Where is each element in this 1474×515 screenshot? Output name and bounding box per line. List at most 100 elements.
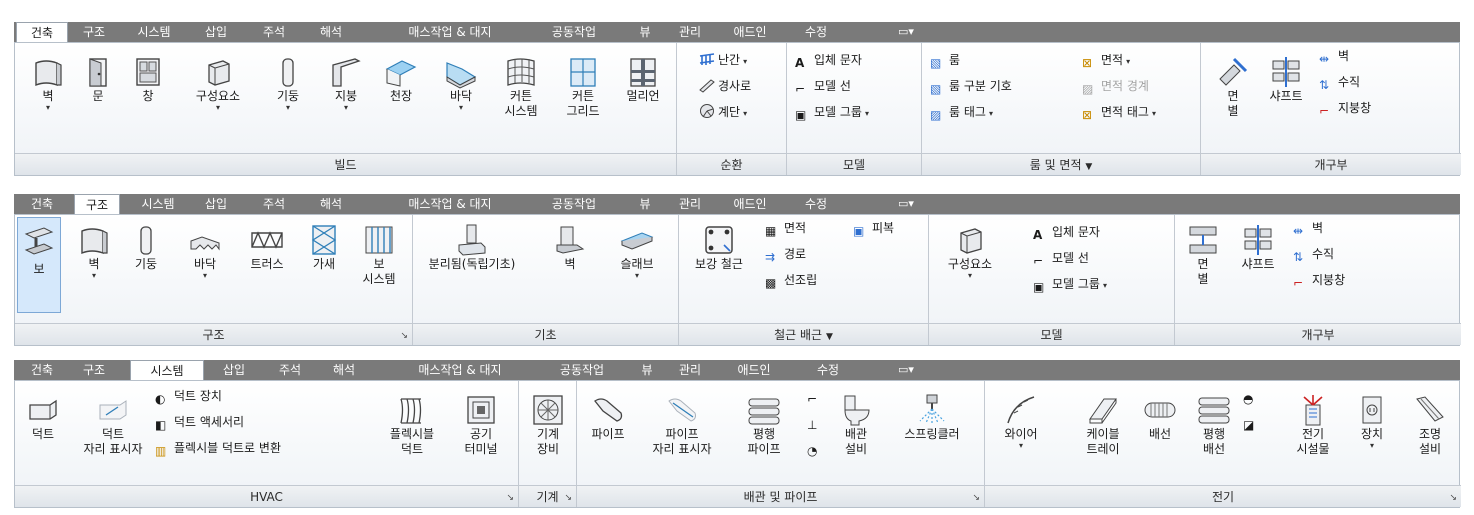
duct-fitting-button[interactable]: ◐ 덕트 장치 [155,387,222,406]
rebar-button[interactable]: 보강 철근 [683,223,755,272]
area-button[interactable]: ⊠ 면적 ▾ [1082,51,1130,70]
tab-structure[interactable]: 구조 [74,194,120,215]
roof-button[interactable]: 지붕 ▾ [321,55,371,112]
conduit-fitting-button[interactable]: ◓ [1243,387,1262,406]
beam-button[interactable]: 보 [17,217,61,313]
tab-massing[interactable]: 매스작업 & 대지 [380,360,540,380]
tab-collaborate[interactable]: 공동작업 [534,194,614,214]
tab-manage[interactable]: 관리 [670,22,710,42]
cover-button[interactable]: ▣ 피복 [853,219,894,238]
tab-massing[interactable]: 매스작업 & 대지 [370,194,530,214]
duct-accessory-button[interactable]: ◧ 덕트 액세서리 [155,413,244,432]
slab-foundation-button[interactable]: 슬래브 ▾ [605,223,669,280]
lighting-fixture-button[interactable]: 조명 설비 [1403,393,1457,457]
column-button[interactable]: 기둥 ▾ [263,55,313,112]
tab-modify[interactable]: 수정 [792,194,840,214]
tab-architecture[interactable]: 건축 [16,360,68,380]
curtain-system-button[interactable]: 커튼 시스템 [489,55,553,119]
cable-tray-fitting-button[interactable]: ◪ [1243,413,1262,432]
mechanical-equipment-button[interactable]: 기계 장비 [523,393,573,457]
model-line-button[interactable]: ⌐ 모델 선 [1033,249,1089,268]
model-group-button[interactable]: ▣ 모델 그룹 ▾ [795,103,869,122]
camera-icon[interactable]: ▭▾ [886,360,926,380]
dialog-launcher-icon[interactable]: ↘ [1449,493,1457,503]
tab-modify[interactable]: 수정 [792,22,840,42]
flex-duct-button[interactable]: 플렉시블 덕트 [377,393,447,457]
tab-insert[interactable]: 삽입 [192,194,240,214]
dialog-launcher-icon[interactable]: ↘ [972,493,980,503]
sprinkler-button[interactable]: 스프링클러 [887,393,977,442]
tab-manage[interactable]: 관리 [670,194,710,214]
isolated-foundation-button[interactable]: 분리됨(독립기초) [417,223,527,272]
pipe-accessory-button[interactable]: ⊥ [807,413,826,432]
structural-floor-button[interactable]: 바닥 ▾ [177,223,233,280]
panel-title[interactable]: 룸 및 면적 ▼ [922,153,1200,175]
by-face-button[interactable]: 면별 [1211,55,1255,119]
curtain-grid-button[interactable]: 커튼 그리드 [553,55,613,119]
dialog-launcher-icon[interactable]: ↘ [564,493,572,503]
tab-massing[interactable]: 매스작업 & 대지 [370,22,530,42]
tab-manage[interactable]: 관리 [670,360,710,380]
window-button[interactable]: 창 [123,55,173,104]
railing-button[interactable]: 난간 ▾ [699,51,747,69]
camera-icon[interactable]: ▭▾ [886,22,926,42]
room-tag-button[interactable]: ▨ 룸 태그 ▾ [930,103,993,122]
duct-placeholder-button[interactable]: 덕트 자리 표시자 [73,393,153,457]
tab-architecture[interactable]: 건축 [16,22,68,43]
stair-button[interactable]: 계단 ▾ [699,103,747,121]
conduit-button[interactable]: 배선 [1135,393,1185,442]
tab-addins[interactable]: 애드인 [720,194,780,214]
camera-icon[interactable]: ▭▾ [886,194,926,214]
tab-structure[interactable]: 구조 [74,22,114,42]
component-button[interactable]: 구성요소 ▾ [183,55,253,112]
convert-flex-duct-button[interactable]: ▥ 플렉시블 덕트로 변환 [155,439,281,458]
pipe-placeholder-button[interactable]: 파이프 자리 표시자 [639,393,725,457]
fabric-rebar-button[interactable]: ▩ 선조립 [765,271,817,290]
tab-collaborate[interactable]: 공동작업 [542,360,622,380]
cable-tray-button[interactable]: 케이블 트레이 [1075,393,1131,457]
device-button[interactable]: 장치 ▾ [1347,393,1397,450]
parallel-conduits-button[interactable]: 평행 배선 [1189,393,1239,457]
duct-button[interactable]: 덕트 [21,393,65,442]
structural-wall-button[interactable]: 벽 ▾ [69,223,119,280]
brace-button[interactable]: 가새 [299,223,349,272]
path-rebar-button[interactable]: ⇉ 경로 [765,245,806,264]
electrical-equipment-button[interactable]: 전기 시설물 [1285,393,1341,457]
vertical-opening-button[interactable]: ⇅ 수직 [1319,73,1360,92]
dialog-launcher-icon[interactable]: ↘ [400,331,408,341]
panel-title[interactable]: 철근 배근 ▼ [679,323,928,345]
tab-systems[interactable]: 시스템 [128,194,188,214]
wall-opening-button[interactable]: ⇹ 벽 [1319,47,1349,66]
tab-view[interactable]: 뷰 [630,22,660,42]
tab-annotate[interactable]: 주석 [250,22,298,42]
component-button[interactable]: 구성요소 ▾ [935,223,1005,280]
tab-analyze[interactable]: 해석 [307,194,355,214]
dormer-opening-button[interactable]: ⌐ 지붕창 [1293,271,1345,290]
dormer-opening-button[interactable]: ⌐ 지붕창 [1319,99,1371,118]
pipe-fitting-button[interactable]: ⌐ [807,387,826,406]
ceiling-button[interactable]: 천장 [371,55,431,104]
model-group-button[interactable]: ▣ 모델 그룹 ▾ [1033,275,1107,294]
by-face-button[interactable]: 면별 [1181,223,1225,287]
tab-addins[interactable]: 애드인 [724,360,784,380]
area-tag-button[interactable]: ⊠ 면적 태그 ▾ [1082,103,1156,122]
tab-analyze[interactable]: 해석 [320,360,368,380]
vertical-opening-button[interactable]: ⇅ 수직 [1293,245,1334,264]
door-button[interactable]: 문 [73,55,123,104]
model-text-button[interactable]: A 입체 문자 [1033,223,1100,242]
ramp-button[interactable]: 경사로 [699,77,751,95]
area-rebar-button[interactable]: ▦ 면적 [765,219,806,238]
plumbing-fixture-button[interactable]: 배관 설비 [831,393,881,457]
tab-annotate[interactable]: 주석 [250,194,298,214]
wall-opening-button[interactable]: ⇹ 벽 [1293,219,1323,238]
tab-view[interactable]: 뷰 [632,360,662,380]
tab-modify[interactable]: 수정 [804,360,852,380]
air-terminal-button[interactable]: 공기 터미널 [449,393,513,457]
room-button[interactable]: ▧ 룸 [930,51,960,70]
parallel-pipes-button[interactable]: 평행 파이프 [729,393,799,457]
model-text-button[interactable]: A 입체 문자 [795,51,862,70]
tab-structure[interactable]: 구조 [74,360,114,380]
shaft-button[interactable]: 샤프트 [1259,55,1313,104]
model-line-button[interactable]: ⌐ 모델 선 [795,77,851,96]
wire-button[interactable]: 와이어 ▾ [991,393,1051,450]
